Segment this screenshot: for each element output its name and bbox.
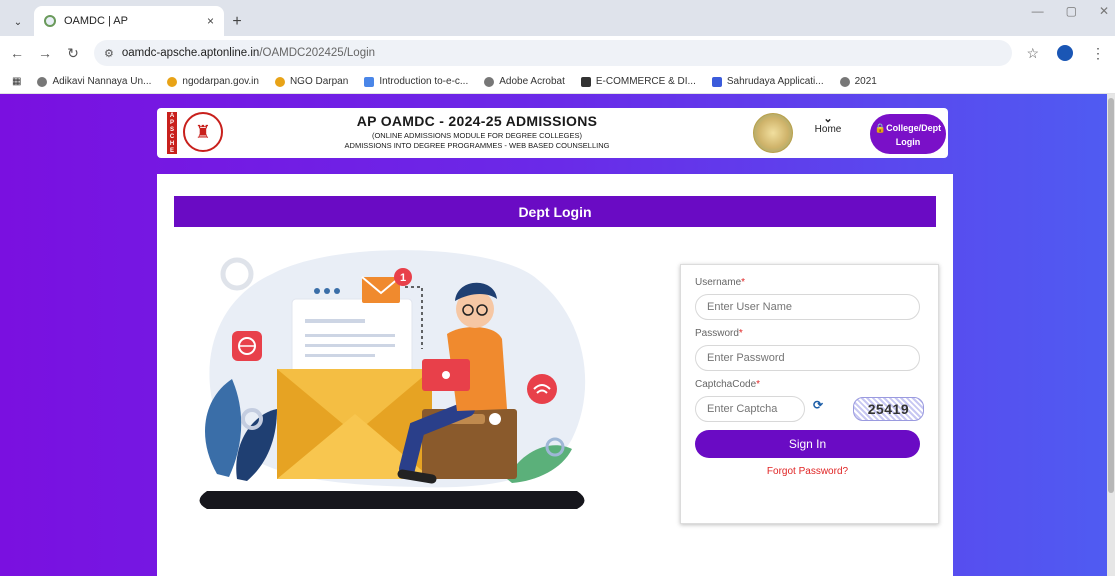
bookmark-icon bbox=[484, 76, 495, 87]
login-illustration: 1 bbox=[199, 250, 586, 509]
scrollbar-thumb[interactable] bbox=[1108, 98, 1114, 493]
page-title: AP OAMDC - 2024-25 ADMISSIONS bbox=[356, 113, 598, 129]
bookmark-item[interactable]: Sahrudaya Applicati... bbox=[711, 76, 824, 87]
refresh-captcha-icon[interactable]: ⟳ bbox=[813, 398, 827, 412]
bookmarks-bar: ▦ Adikavi Nannaya Un... ngodarpan.gov.in… bbox=[0, 70, 1115, 94]
bookmark-icon bbox=[711, 76, 722, 87]
ap-state-emblem-icon bbox=[753, 113, 793, 153]
bookmark-item[interactable]: Adikavi Nannaya Un... bbox=[37, 76, 151, 87]
browser-tab[interactable]: OAMDC | AP × bbox=[34, 6, 224, 36]
site-header: A P S C H E ♜ AP OAMDC - 2024-25 ADMISSI… bbox=[157, 108, 948, 158]
header-subtitle: ADMISSIONS INTO DEGREE PROGRAMMES - WEB … bbox=[344, 141, 610, 150]
gear-icon bbox=[220, 257, 254, 291]
sign-in-button[interactable]: Sign In bbox=[695, 430, 920, 458]
bookmark-item[interactable]: NGO Darpan bbox=[274, 76, 348, 87]
bookmark-item[interactable]: Adobe Acrobat bbox=[484, 76, 565, 87]
site-favicon-icon bbox=[44, 15, 56, 27]
forward-arrow-icon[interactable]: → bbox=[38, 45, 52, 61]
username-label: Username* bbox=[695, 277, 746, 288]
bookmark-icon bbox=[839, 76, 850, 87]
reload-icon[interactable]: ↻ bbox=[66, 45, 80, 62]
bookmark-icon bbox=[37, 76, 48, 87]
home-link[interactable]: ⌄ Home bbox=[813, 113, 843, 136]
site-info-icon[interactable]: ⚙ bbox=[104, 47, 114, 60]
close-window-icon[interactable]: ✕ bbox=[1099, 4, 1109, 18]
password-label: Password* bbox=[695, 328, 743, 339]
browser-menu-icon[interactable]: ⋮ bbox=[1091, 45, 1105, 62]
bookmark-item[interactable]: E-COMMERCE & DI... bbox=[580, 76, 696, 87]
college-dept-login-button[interactable]: 🔒College/Dept Login bbox=[870, 114, 946, 154]
card-title: Dept Login bbox=[174, 196, 936, 227]
address-bar[interactable]: ⚙ oamdc-apsche.aptonline.in/OAMDC202425/… bbox=[94, 40, 1013, 66]
tab-close-icon[interactable]: × bbox=[207, 14, 214, 28]
bookmark-item[interactable]: 2021 bbox=[839, 76, 877, 87]
profile-avatar-icon[interactable] bbox=[1057, 45, 1073, 61]
login-form: Username* Password* CaptchaCode* ⟳ 25419… bbox=[680, 264, 939, 524]
username-input[interactable] bbox=[695, 294, 920, 320]
bookmark-star-icon[interactable]: ☆ bbox=[1026, 45, 1039, 62]
apsche-logo-strip: A P S C H E bbox=[167, 112, 177, 154]
browser-tab-bar: ⌄ OAMDC | AP × + — ▢ ✕ bbox=[0, 0, 1115, 36]
header-text: AP OAMDC - 2024-25 ADMISSIONS (ONLINE AD… bbox=[317, 113, 637, 150]
lock-icon: 🔒 bbox=[874, 123, 887, 133]
bookmark-item[interactable]: Introduction to-e-c... bbox=[364, 76, 468, 87]
page-background: A P S C H E ♜ AP OAMDC - 2024-25 ADMISSI… bbox=[0, 94, 1115, 576]
restore-icon[interactable]: ▢ bbox=[1066, 4, 1077, 18]
bookmark-icon bbox=[580, 76, 591, 87]
new-tab-button[interactable]: + bbox=[224, 8, 250, 36]
url-path: /OAMDC202425/Login bbox=[259, 47, 376, 59]
minimize-icon[interactable]: — bbox=[1032, 4, 1044, 18]
bookmark-icon bbox=[274, 76, 285, 87]
apps-grid-icon[interactable]: ▦ bbox=[12, 76, 21, 87]
captcha-label: CaptchaCode* bbox=[695, 379, 761, 390]
chevron-down-icon: ⌄ bbox=[823, 113, 833, 125]
apsche-emblem-icon: ♜ bbox=[183, 112, 223, 152]
bookmark-icon bbox=[167, 76, 178, 87]
url-host: oamdc-apsche.aptonline.in bbox=[121, 47, 260, 59]
captcha-image: 25419 bbox=[852, 397, 924, 421]
header-subtitle: (ONLINE ADMISSIONS MODULE FOR DEGREE COL… bbox=[371, 131, 583, 140]
password-input[interactable] bbox=[695, 345, 920, 371]
forgot-password-link[interactable]: Forgot Password? bbox=[695, 466, 920, 477]
captcha-input[interactable] bbox=[695, 396, 805, 422]
bookmark-icon bbox=[364, 76, 375, 87]
browser-nav-bar: ← → ↻ ⚙ oamdc-apsche.aptonline.in/OAMDC2… bbox=[0, 36, 1115, 70]
back-arrow-icon[interactable]: ← bbox=[10, 45, 24, 61]
wifi-icon bbox=[527, 374, 557, 404]
apsche-logo: A P S C H E ♜ bbox=[167, 112, 237, 154]
login-card: Dept Login 1 Username* Enter User Name P… bbox=[157, 174, 953, 576]
bookmark-item[interactable]: ngodarpan.gov.in bbox=[167, 76, 259, 87]
notification-count: 1 bbox=[400, 272, 406, 284]
page-scrollbar[interactable] bbox=[1107, 94, 1115, 576]
tab-title: OAMDC | AP bbox=[64, 15, 128, 27]
tab-list-chevron-icon[interactable]: ⌄ bbox=[8, 8, 28, 36]
window-controls: — ▢ ✕ bbox=[1032, 4, 1109, 18]
